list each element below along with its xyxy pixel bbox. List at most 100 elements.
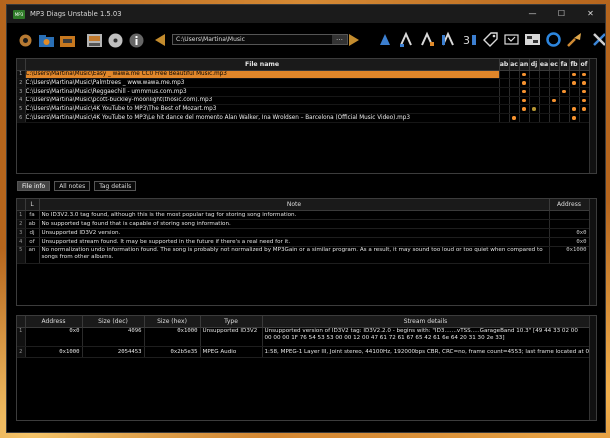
folder-path-input[interactable]: C:\Users\Martina\Music (172, 34, 348, 45)
note-cell (509, 87, 520, 97)
stream-row[interactable]: 2 0x1000 2054453 0x2b5e35 MPEG Audio 1:58, MP… (17, 346, 590, 358)
note-cell (539, 70, 550, 80)
tools-icon[interactable] (591, 31, 605, 48)
note-cell (549, 87, 560, 97)
disc-icon[interactable] (107, 32, 124, 49)
folder-scan-icon[interactable] (38, 32, 55, 49)
note-col-header[interactable]: dj (529, 59, 540, 71)
row-index: 6 (17, 113, 26, 123)
file-name-header[interactable]: File name (25, 59, 500, 71)
back-arrow-icon[interactable] (155, 34, 165, 46)
sort-icon[interactable] (440, 31, 457, 48)
size-hex-header[interactable]: Size (hex) (144, 316, 201, 328)
file-row[interactable]: 3 C:\Users\Martina\Music\Reggaechill - um… (17, 87, 590, 97)
row-index-header (17, 199, 26, 211)
note-row[interactable]: 4 of Unsupported stream found. It may be s… (17, 237, 590, 247)
size-dec-header[interactable]: Size (dec) (82, 316, 145, 328)
note-marker-icon (522, 72, 526, 77)
note-cell (549, 96, 560, 106)
note-text: No supported tag found that is capable o… (39, 219, 550, 229)
file-list-table: File name ab ac an dj ea ec fa fb of 1 C:… (16, 58, 597, 174)
note-cell (539, 104, 550, 114)
stream-row[interactable]: 1 0x0 4096 0x1000 Unsupported ID3V2 Unsupport… (17, 327, 590, 347)
address-header[interactable]: Address (25, 316, 83, 328)
note-text: No ID3V2.3.0 tag found, although this is… (39, 210, 550, 220)
note-address (549, 219, 590, 229)
note-col-header[interactable]: ec (549, 59, 560, 71)
file-row[interactable]: 5 C:\Users\Martina\Music\4K YouTube to MP… (17, 104, 590, 114)
note-cell (509, 104, 520, 114)
note-row[interactable]: 2 ab No supported tag found that is capabl… (17, 219, 590, 229)
note-col-header[interactable]: fa (559, 59, 570, 71)
note-cell (559, 104, 570, 114)
save-icon[interactable] (86, 32, 103, 49)
note-marker-icon (572, 81, 576, 85)
row-index: 1 (17, 327, 26, 347)
note-col-header[interactable]: fb (569, 59, 580, 71)
tag-icon[interactable] (482, 31, 499, 48)
file-list-scrollbar[interactable] (589, 59, 596, 173)
file-row[interactable]: 4 C:\Users\Martina\Music\pcott-buckley-mo… (17, 96, 590, 106)
browse-folder-button[interactable]: … (332, 35, 347, 44)
note-cell (519, 96, 530, 106)
tag-editor-icon[interactable] (398, 31, 415, 48)
lists-icon[interactable] (524, 31, 541, 48)
note-cell (499, 104, 510, 114)
file-path: C:\Users\Martina\Music\4K YouTube to MP3… (25, 113, 500, 123)
info-icon[interactable] (128, 32, 145, 49)
tab-all-notes[interactable]: All notes (54, 181, 91, 191)
note-col-header[interactable]: of (579, 59, 590, 71)
title-bar: MP3 MP3 Diags Unstable 1.5.03 — ☐ ✕ (7, 5, 605, 23)
id3-icon[interactable]: 3 (461, 31, 478, 48)
file-row[interactable]: 6 C:\Users\Martina\Music\4K YouTube to MP… (17, 113, 590, 123)
row-index: 4 (17, 96, 26, 106)
note-cell (579, 70, 590, 80)
note-row[interactable]: 1 fa No ID3V2.3.0 tag found, although this… (17, 210, 590, 220)
main-toolbar: C:\Users\Martina\Music … 3 (7, 23, 605, 57)
row-index: 1 (17, 70, 26, 80)
note-cell (549, 70, 560, 80)
settings-gear-icon[interactable] (17, 32, 34, 49)
maximize-button[interactable]: ☐ (547, 5, 576, 23)
stream-size-hex: 0x1000 (144, 327, 201, 347)
note-code: fa (25, 210, 40, 220)
notes-scrollbar[interactable] (589, 199, 596, 305)
note-header[interactable]: Note (39, 199, 550, 211)
refresh-icon[interactable] (545, 31, 562, 48)
note-col-header[interactable]: ac (509, 59, 520, 71)
note-col-header[interactable]: ea (539, 59, 550, 71)
note-cell (559, 87, 570, 97)
type-header[interactable]: Type (200, 316, 263, 328)
note-text: Unsupported stream found. It may be supp… (39, 237, 550, 247)
close-button[interactable]: ✕ (576, 5, 605, 23)
note-cell (529, 87, 540, 97)
note-col-header[interactable]: ab (499, 59, 510, 71)
tab-file-info[interactable]: File info (17, 181, 51, 191)
svg-text:3: 3 (463, 34, 470, 47)
file-row[interactable]: 2 C:\Users\Martina\Music\Palmtrees _ www.… (17, 78, 590, 88)
note-cell (509, 96, 520, 106)
forward-arrow-icon[interactable] (349, 34, 359, 46)
note-cell (559, 96, 570, 106)
note-cell (519, 87, 530, 97)
address-header[interactable]: Address (549, 199, 590, 211)
notes-table: L Note Address 1 fa No ID3V2.3.0 tag found… (16, 198, 597, 306)
note-row[interactable]: 5 an No normalization undo information fou… (17, 246, 590, 264)
minimize-button[interactable]: — (518, 5, 547, 23)
row-index: 3 (17, 87, 26, 97)
file-row[interactable]: 1 C:\Users\Martina\Music\Easy _ wawa.me C… (17, 70, 590, 80)
rename-icon[interactable] (419, 31, 436, 48)
row-index-header (17, 59, 26, 71)
transform-icon[interactable] (503, 31, 520, 48)
tab-tag-details[interactable]: Tag details (94, 181, 137, 191)
note-row[interactable]: 3 dj Unsupported ID3V2 version. 0x0 (17, 228, 590, 238)
level-header[interactable]: L (25, 199, 40, 211)
stream-details-header[interactable]: Stream details (262, 316, 590, 328)
tag-folder-icon[interactable] (59, 32, 76, 49)
details-scrollbar[interactable] (589, 316, 596, 420)
note-cell (559, 113, 570, 123)
clean-icon[interactable] (566, 31, 583, 48)
normalize-icon[interactable] (377, 31, 394, 48)
note-col-header[interactable]: an (519, 59, 530, 71)
file-path: C:\Users\Martina\Music\Palmtrees _ www.w… (25, 78, 500, 88)
